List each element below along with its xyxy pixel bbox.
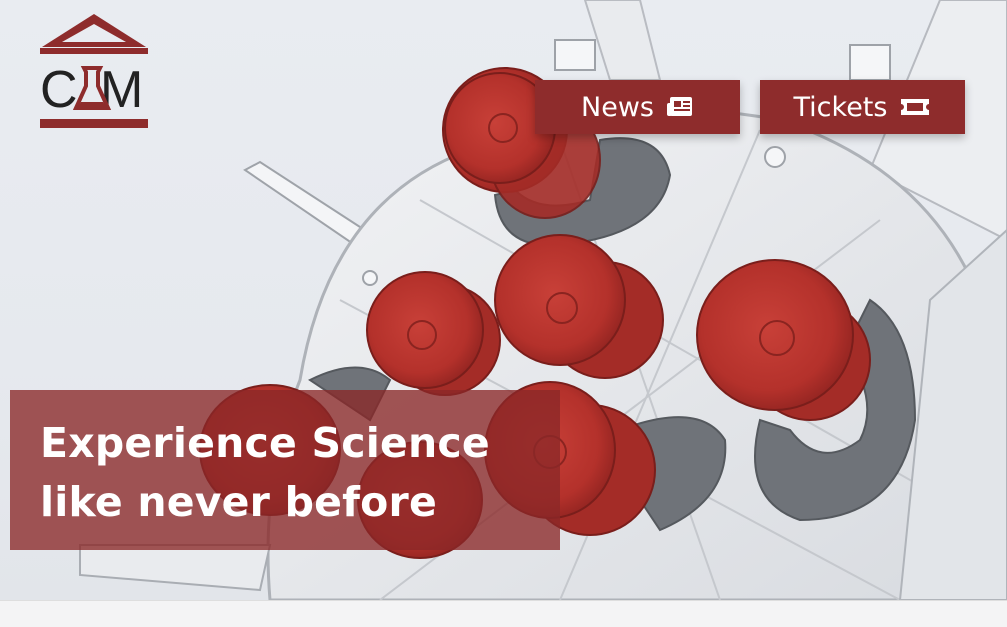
page-bottom-strip xyxy=(0,600,1007,627)
hero-section: C M News Tickets Experience Science like… xyxy=(0,0,1007,600)
newspaper-icon xyxy=(666,95,694,119)
tickets-button-label: Tickets xyxy=(793,91,888,123)
tickets-button[interactable]: Tickets xyxy=(760,80,965,134)
logo-text: C xyxy=(40,61,78,119)
headline-line-1: Experience Science xyxy=(40,419,490,467)
hero-headline: Experience Science like never before xyxy=(40,414,490,532)
news-button[interactable]: News xyxy=(535,80,740,134)
ticket-icon xyxy=(899,96,931,118)
museum-logo-icon[interactable]: C M xyxy=(40,12,148,132)
headline-line-2: like never before xyxy=(40,478,437,526)
news-button-label: News xyxy=(581,91,654,123)
svg-text:M: M xyxy=(100,61,143,119)
